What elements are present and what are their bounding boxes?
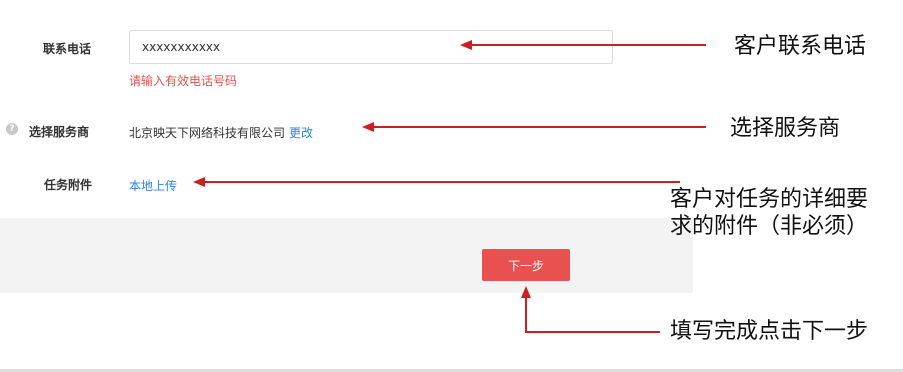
annotation-attachment-line2: 求的附件（非必须） [670,214,869,239]
provider-arrow-head [362,122,374,132]
annotation-phone: 客户联系电话 [734,34,867,59]
annotation-attachment-line1: 客户对任务的详细要 [670,187,869,212]
phone-arrow-head [460,40,472,50]
attachment-arrow-head [193,177,205,187]
next-arrow [525,296,660,333]
annotation-attachment: 客户对任务的详细要 求的附件（非必须） [670,186,868,240]
annotation-next: 填写完成点击下一步 [670,319,869,344]
next-arrow-head [521,286,531,298]
annotation-provider: 选择服务商 [730,116,841,141]
